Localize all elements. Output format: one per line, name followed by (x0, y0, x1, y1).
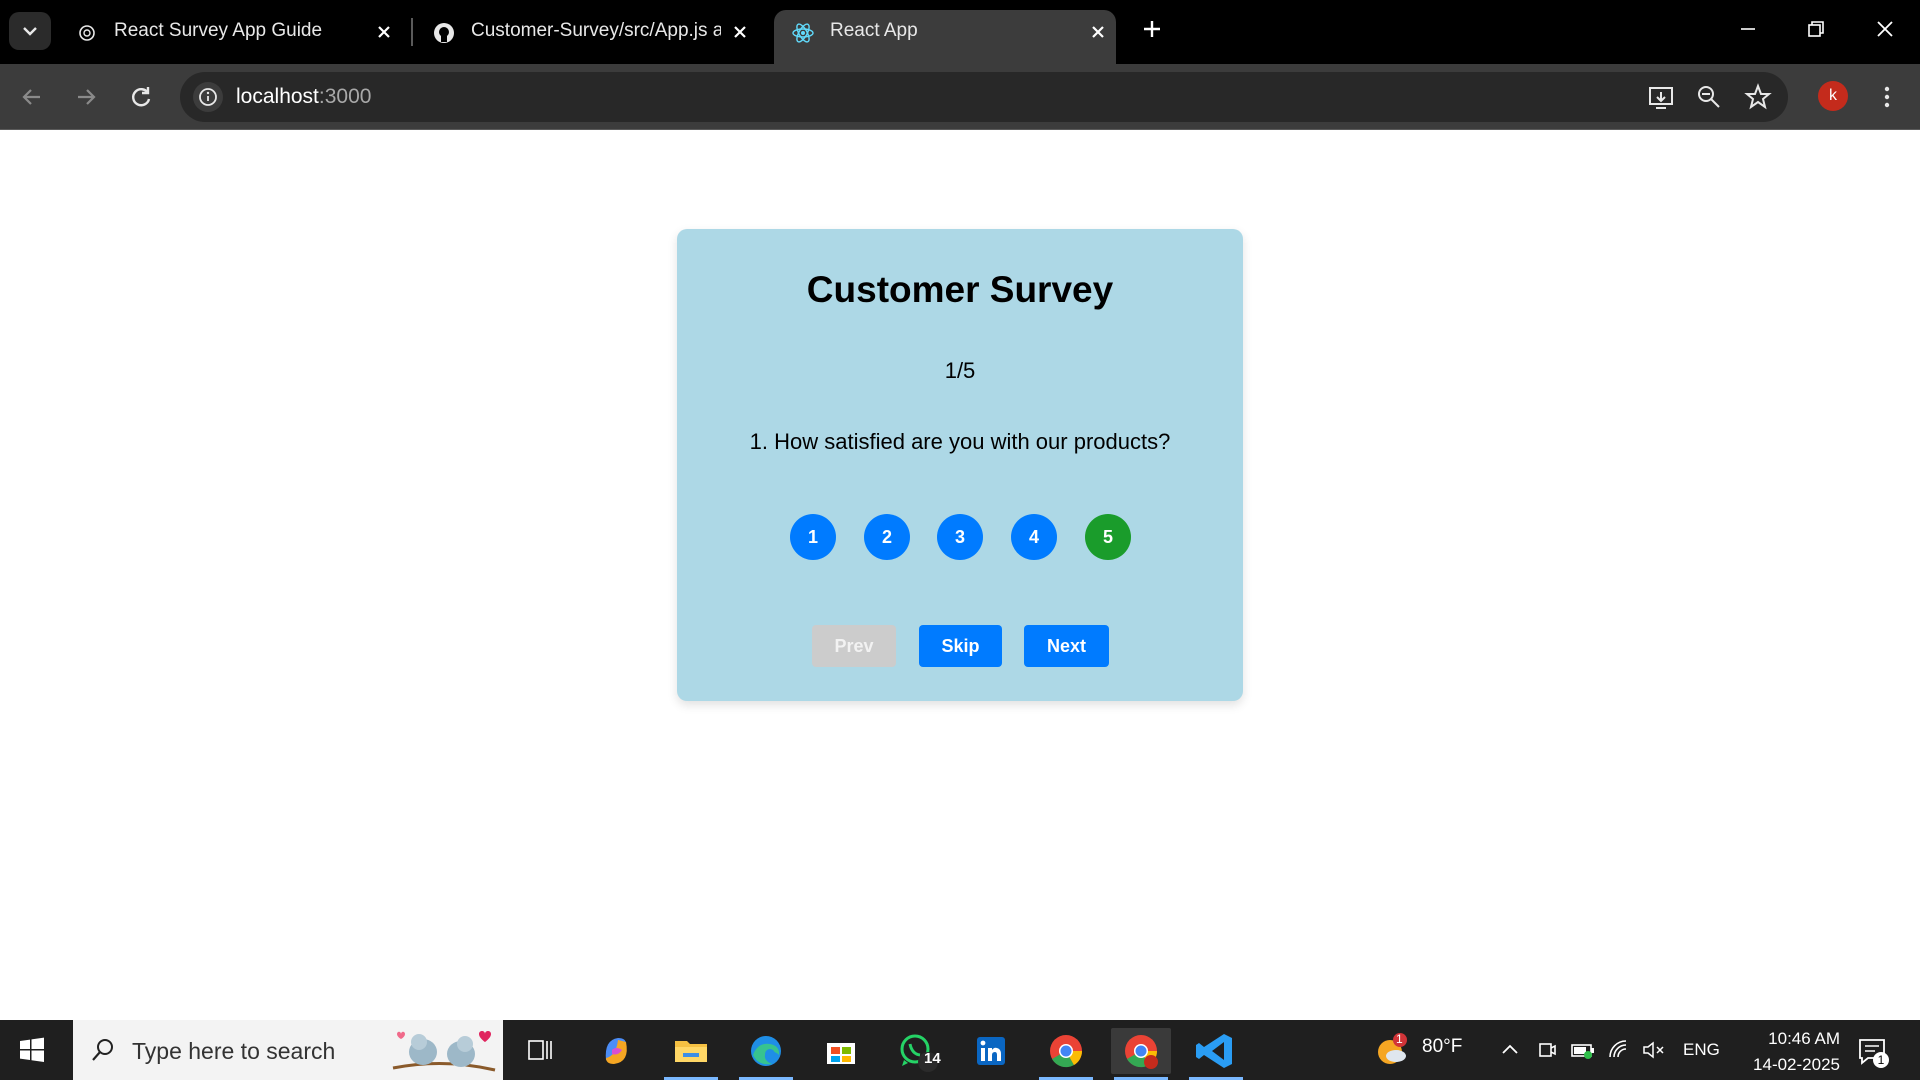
minimize-icon[interactable] (1733, 14, 1763, 44)
tab-react-survey-guide[interactable]: React Survey App Guide (58, 10, 408, 64)
prev-button[interactable]: Prev (812, 625, 896, 667)
page-viewport: Customer Survey 1/5 1. How satisfied are… (0, 131, 1920, 1020)
site-info-icon[interactable] (192, 81, 224, 113)
windows-start-icon[interactable] (18, 1036, 46, 1064)
back-icon[interactable] (16, 81, 48, 113)
url-text: localhost:3000 (236, 85, 371, 109)
forward-icon[interactable] (70, 81, 102, 113)
weather-icon[interactable] (1374, 1032, 1410, 1068)
search-icon (92, 1039, 113, 1061)
taskbar-search-box[interactable]: Type here to search (73, 1020, 503, 1080)
tab-github-app-js[interactable]: Customer-Survey/src/App.js at m (415, 10, 765, 64)
clock-time: 10:46 AM (1768, 1029, 1840, 1048)
meet-now-icon[interactable] (1535, 1038, 1559, 1062)
clock-date: 14-02-2025 (1753, 1055, 1840, 1074)
folder-icon (675, 1041, 707, 1062)
zoom-icon[interactable] (1692, 80, 1726, 114)
reload-icon[interactable] (125, 81, 157, 113)
microsoft-store-app[interactable] (811, 1028, 871, 1074)
close-icon[interactable] (728, 20, 752, 44)
chrome-app[interactable] (1036, 1028, 1096, 1080)
window-close-icon[interactable] (1870, 14, 1900, 44)
rating-button-3[interactable]: 3 (937, 514, 983, 560)
tab-separator (411, 18, 413, 46)
url-host: localhost (236, 85, 319, 108)
volume-muted-icon[interactable] (1641, 1038, 1667, 1062)
weather-badge: 1 (1396, 1032, 1403, 1046)
react-icon (792, 23, 814, 43)
chevron-up-icon[interactable] (1498, 1038, 1522, 1062)
chrome-profile-app[interactable] (1111, 1028, 1171, 1080)
github-icon (434, 23, 454, 43)
windows-taskbar: Type here to search 14 1 80°F ENG 10:46 … (0, 1020, 1920, 1080)
weather-temp[interactable]: 80°F (1422, 1036, 1462, 1058)
rating-button-5[interactable]: 5 (1085, 514, 1131, 560)
notification-count: 1 (1873, 1052, 1889, 1068)
store-icon (827, 1043, 855, 1064)
rating-button-2[interactable]: 2 (864, 514, 910, 560)
tab-react-app[interactable]: React App (774, 10, 1116, 64)
survey-card: Customer Survey 1/5 1. How satisfied are… (677, 229, 1243, 701)
survey-title: Customer Survey (806, 269, 1114, 310)
edge-app[interactable] (736, 1028, 796, 1080)
close-icon[interactable] (372, 20, 396, 44)
copilot-icon (605, 1038, 627, 1064)
next-button[interactable]: Next (1024, 625, 1109, 667)
kebab-menu-icon[interactable] (1870, 80, 1904, 114)
whatsapp-app[interactable]: 14 (886, 1028, 946, 1074)
wifi-icon[interactable] (1607, 1038, 1633, 1062)
survey-question: 1. How satisfied are you with our produc… (749, 429, 1171, 454)
survey-progress: 1/5 (944, 358, 976, 383)
tab-title: React Survey App Guide (114, 20, 323, 41)
vscode-app[interactable] (1186, 1028, 1246, 1080)
copilot-app[interactable] (586, 1028, 646, 1074)
skip-button[interactable]: Skip (919, 625, 1002, 667)
whatsapp-badge: 14 (924, 1050, 941, 1067)
tab-search-button[interactable] (9, 12, 51, 50)
language-indicator[interactable]: ENG (1683, 1040, 1720, 1060)
tab-title: React App (830, 20, 918, 41)
close-icon[interactable] (1086, 20, 1110, 44)
edge-icon (751, 1036, 781, 1066)
restore-icon[interactable] (1801, 14, 1831, 44)
birds-illustration-icon (392, 1031, 496, 1072)
rating-button-1[interactable]: 1 (790, 514, 836, 560)
tab-title: Customer-Survey/src/App.js at m (471, 20, 721, 41)
rating-button-4[interactable]: 4 (1011, 514, 1057, 560)
chrome-profile-icon (1125, 1035, 1158, 1069)
chrome-icon (1050, 1035, 1083, 1068)
linkedin-icon (977, 1037, 1005, 1065)
browser-toolbar: localhost:3000 k (0, 64, 1920, 130)
task-view-icon[interactable] (510, 1028, 570, 1074)
taskbar-clock[interactable]: 10:46 AM 14-02-2025 (1720, 1026, 1840, 1078)
battery-icon[interactable] (1570, 1038, 1596, 1062)
install-app-icon[interactable] (1644, 80, 1678, 114)
new-tab-icon[interactable] (1137, 14, 1167, 44)
url-port: :3000 (318, 85, 372, 108)
openai-icon (79, 25, 95, 41)
chevron-down-icon (23, 27, 37, 36)
bookmark-star-icon[interactable] (1741, 80, 1775, 114)
search-placeholder: Type here to search (132, 1038, 336, 1064)
rating-options: 1 2 3 4 5 (677, 514, 1243, 560)
file-explorer-app[interactable] (661, 1028, 721, 1080)
address-bar[interactable]: localhost:3000 (180, 72, 1788, 122)
vscode-icon (1196, 1034, 1232, 1068)
browser-tab-strip: React Survey App Guide Customer-Survey/s… (0, 0, 1920, 64)
linkedin-app[interactable] (961, 1028, 1021, 1074)
profile-avatar[interactable]: k (1818, 81, 1848, 111)
